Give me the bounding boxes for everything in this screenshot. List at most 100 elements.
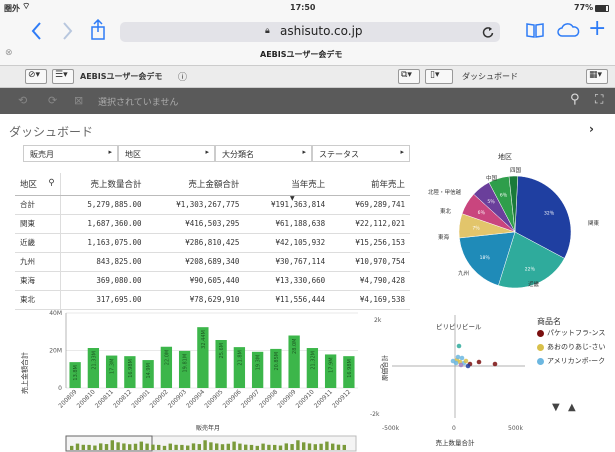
mini-bar bbox=[186, 445, 190, 450]
redo-icon[interactable]: ⟳ bbox=[48, 94, 57, 107]
legend-scroll-down-icon[interactable]: ▼ bbox=[552, 402, 560, 413]
scatter-point bbox=[459, 355, 465, 361]
scatter-chart[interactable]: 原価合計 2k 0 -2k ピリピリビール -500k 0 500k 売上数量合… bbox=[360, 310, 530, 452]
pie-chart[interactable]: 四国 中国 北陸・甲信越 東北 東海 九州 近畿 関東 32％ 22％ 18％ 7％ 6… bbox=[420, 160, 610, 300]
sheet-list-icon[interactable]: ▦▾ bbox=[586, 69, 608, 84]
cloud-icon[interactable] bbox=[556, 22, 580, 38]
table-cell: ¥13,330,660 bbox=[244, 271, 331, 291]
bar-y-tick: 0 bbox=[58, 385, 62, 392]
mini-bar bbox=[226, 443, 230, 450]
page-title: AEBISユーザー会デモ bbox=[260, 50, 343, 59]
undo-icon[interactable]: ⟲ bbox=[18, 94, 27, 107]
screen-menu-icon[interactable]: ⧉▾ bbox=[398, 69, 420, 84]
filter-status[interactable]: ステータス ▸ bbox=[312, 145, 410, 162]
bar-x-tick: 200907 bbox=[240, 388, 261, 409]
column-header[interactable]: 前年売上 bbox=[330, 173, 410, 196]
table-cell: ¥1,303,267,775 bbox=[146, 195, 245, 215]
table-cell: ¥69,289,741 bbox=[330, 195, 410, 215]
pie-value-label: 18％ bbox=[480, 255, 491, 261]
column-header[interactable]: 地区 ⚲ bbox=[15, 173, 61, 196]
new-tab-icon[interactable]: + bbox=[588, 16, 606, 41]
mini-bar bbox=[313, 444, 317, 450]
bookmark-menu-icon[interactable]: ▯▾ bbox=[425, 69, 453, 84]
pie-label-tohoku: 東北 bbox=[440, 207, 452, 215]
mini-bar bbox=[191, 443, 196, 450]
filter-region[interactable]: 地区 ▸ bbox=[118, 145, 215, 162]
pie-value-label: 7％ bbox=[472, 226, 480, 232]
mini-bar bbox=[157, 444, 161, 450]
table-row[interactable]: 近畿 1,163,075.00 ¥286,810,425 ¥42,105,932 ¥15… bbox=[15, 233, 410, 253]
table-cell: 関東 bbox=[15, 214, 61, 234]
table-row[interactable]: 合計 5,279,885.00 ¥1,303,267,775 ¥191,363,814… bbox=[15, 195, 410, 215]
table-row[interactable]: 九州 843,825.00 ¥208,689,340 ¥30,767,114 ¥10,9… bbox=[15, 252, 410, 272]
pie-label-chugoku: 中国 bbox=[486, 174, 498, 182]
bar-value-label: 17.9M bbox=[329, 357, 335, 372]
mini-bar bbox=[342, 444, 346, 450]
next-sheet-icon[interactable]: › bbox=[589, 122, 594, 136]
nav-menu-icon[interactable]: ⊘▾ bbox=[25, 69, 47, 84]
legend-item[interactable]: アメリカンポ-ーク bbox=[537, 356, 607, 366]
table-row[interactable]: 関東 1,687,360.00 ¥416,503,295 ¥61,188,638 ¥22… bbox=[15, 214, 410, 234]
mini-bar bbox=[331, 443, 335, 450]
carrier-text: 圏外 bbox=[4, 4, 20, 13]
bookmarks-icon[interactable] bbox=[525, 22, 545, 38]
reload-icon[interactable] bbox=[482, 26, 494, 38]
bar-value-label: 22.0M bbox=[164, 350, 170, 365]
mini-bar bbox=[296, 440, 300, 450]
search-icon[interactable]: ⚲ bbox=[570, 92, 580, 107]
legend-item[interactable]: パケットフラ-ンス bbox=[537, 328, 607, 338]
app-name[interactable]: AEBISユーザー会デモ bbox=[80, 71, 162, 82]
sheet-name[interactable]: ダッシュボード bbox=[462, 71, 518, 82]
bar-y-tick: 40M bbox=[49, 310, 62, 317]
sort-indicator-icon: ▼ bbox=[290, 195, 295, 202]
mini-bar bbox=[278, 445, 283, 450]
mini-bar bbox=[261, 443, 265, 450]
share-icon[interactable] bbox=[90, 19, 106, 41]
column-header[interactable]: 当年売上 bbox=[244, 173, 331, 196]
scatter-x-tick: 500k bbox=[508, 425, 523, 432]
close-tab-icon[interactable]: ⊗ bbox=[5, 48, 13, 58]
table-cell: ¥286,810,425 bbox=[146, 233, 245, 253]
table-row[interactable]: 東海 369,080.00 ¥90,605,440 ¥13,330,660 ¥4,790… bbox=[15, 271, 410, 291]
bar-x-tick: 200909 bbox=[276, 388, 297, 409]
scatter-y-tick: 0 bbox=[380, 364, 384, 371]
mini-bar bbox=[209, 442, 213, 450]
table-cell: ¥4,790,428 bbox=[330, 271, 410, 291]
search-icon[interactable]: ⚲ bbox=[48, 178, 54, 188]
bar-x-tick: 200904 bbox=[185, 388, 206, 409]
fullscreen-icon[interactable]: ⛶ bbox=[595, 92, 603, 107]
column-header[interactable]: 売上金額合計 bbox=[146, 173, 245, 196]
mini-bar bbox=[273, 444, 277, 450]
table-cell: ¥61,188,638 bbox=[244, 214, 331, 234]
bar-chart[interactable]: 売上金額合計 0 20M 40M 13.8M 21.33M 17.3M 16.98M 14.… bbox=[18, 305, 363, 452]
pie-value-label: 6％ bbox=[500, 192, 508, 198]
scatter-point bbox=[463, 358, 469, 364]
chevron-right-icon: ▸ bbox=[400, 148, 404, 156]
forward-icon[interactable] bbox=[60, 21, 74, 41]
table-cell: 近畿 bbox=[15, 233, 61, 253]
pie-value-label: 32％ bbox=[544, 211, 555, 217]
mini-bar bbox=[128, 444, 132, 450]
dashboard-title: ダッシュボード bbox=[9, 125, 94, 139]
list-menu-icon[interactable]: ☰▾ bbox=[52, 69, 74, 84]
clear-selection-icon[interactable]: ⊠ bbox=[74, 94, 83, 107]
mini-bar bbox=[139, 441, 143, 450]
legend-item[interactable]: あおのりあじ-さい bbox=[537, 342, 607, 352]
table-cell: ¥90,605,440 bbox=[146, 271, 245, 291]
bar-value-label: 21.32M bbox=[310, 351, 316, 370]
mini-bar bbox=[302, 442, 306, 450]
table-cell: ¥208,689,340 bbox=[146, 252, 245, 272]
filter-category[interactable]: 大分類名 ▸ bbox=[215, 145, 312, 162]
pie-label-kanto: 関東 bbox=[588, 219, 600, 227]
info-icon[interactable]: ⓘ bbox=[178, 70, 187, 83]
kpi-table: 地区 ⚲ 売上数量合計 売上金額合計 当年売上 前年売上 合計 5,279,885.… bbox=[15, 173, 410, 310]
mini-bar bbox=[238, 443, 242, 450]
filter-label: ステータス bbox=[319, 150, 359, 159]
address-bar[interactable]: 🔒︎ ashisuto.co.jp bbox=[120, 22, 500, 42]
table-cell: ¥191,363,814 bbox=[244, 195, 331, 215]
filter-sales-month[interactable]: 販売月 ▸ bbox=[23, 145, 118, 162]
column-header[interactable]: 売上数量合計 bbox=[60, 173, 147, 196]
back-icon[interactable] bbox=[30, 21, 44, 41]
selection-bar: ⟲ ⟳ ⊠ 選択されていません ⚲ ⛶ bbox=[0, 88, 615, 114]
legend-scroll-up-icon[interactable]: ▲ bbox=[568, 402, 576, 413]
